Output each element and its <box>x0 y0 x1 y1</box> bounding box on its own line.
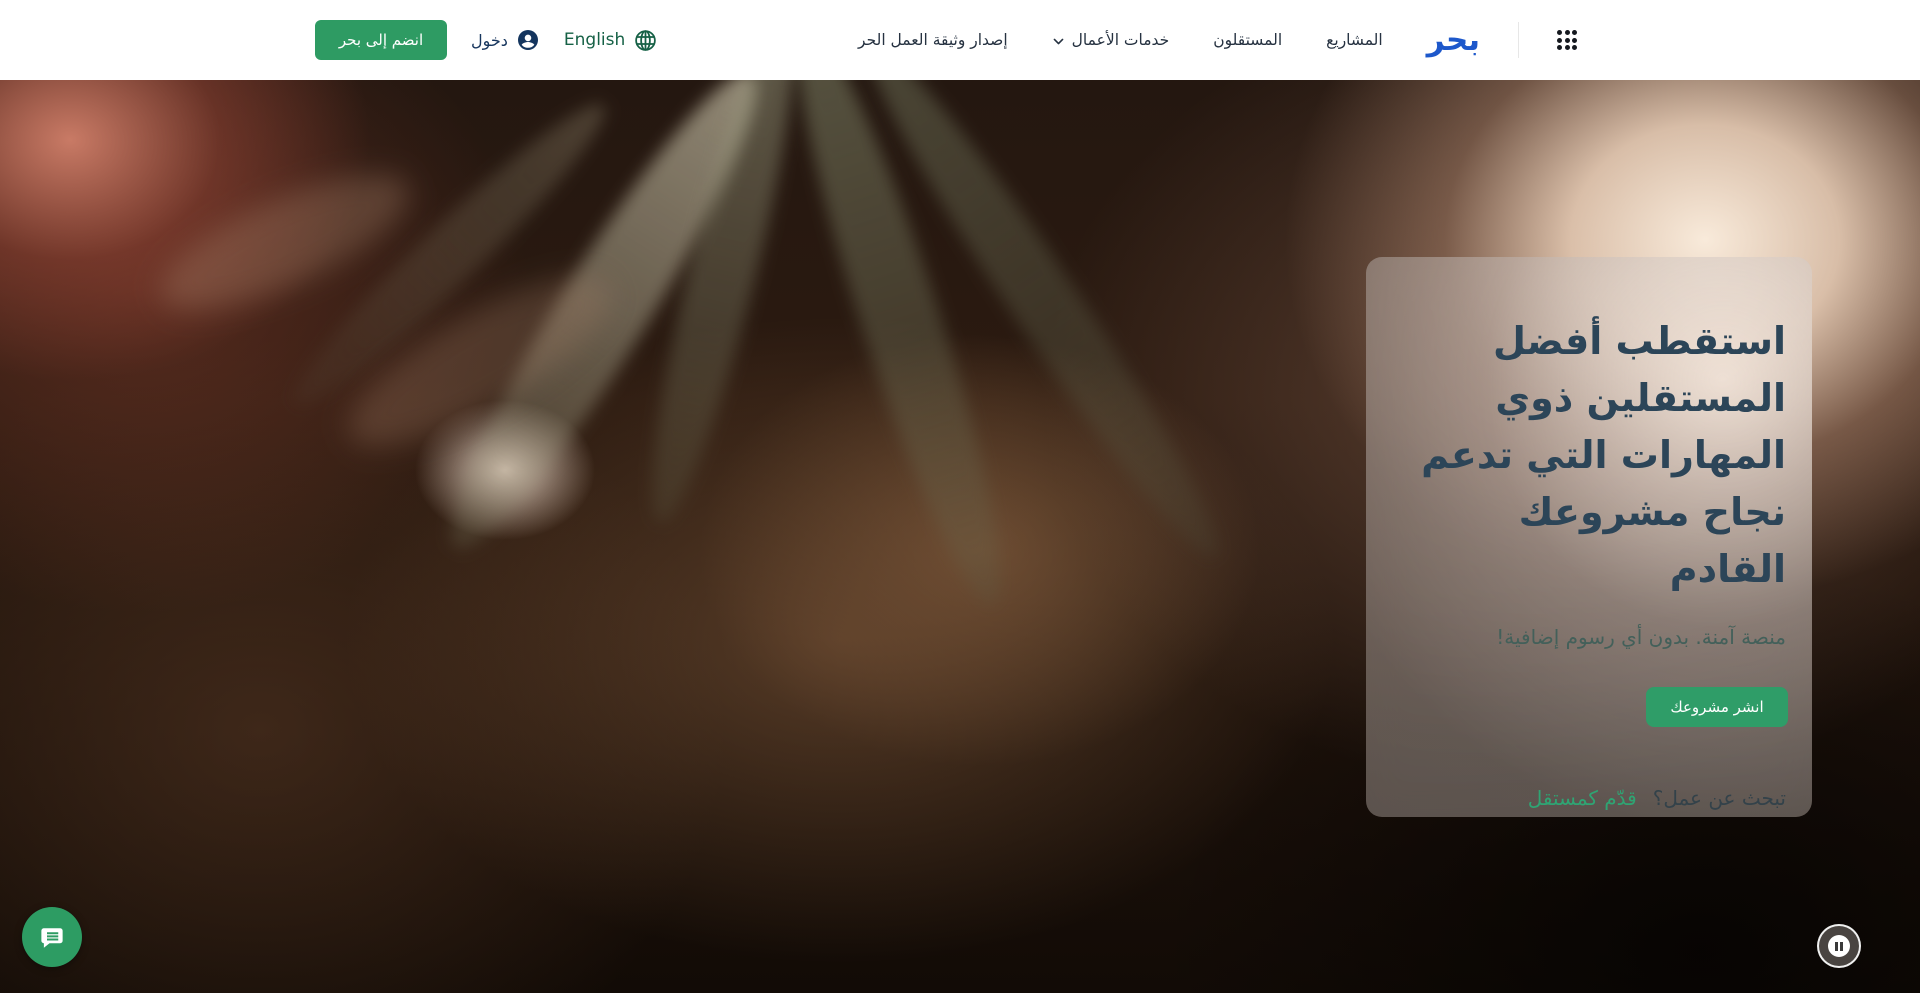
freelancer-prompt-text: تبحث عن عمل؟ <box>1653 786 1786 810</box>
language-switcher[interactable]: English <box>564 28 658 53</box>
nav-item-freelancers[interactable]: المستقلون <box>1213 31 1282 49</box>
video-pause-button[interactable] <box>1817 924 1861 968</box>
join-bahr-button[interactable]: انضم إلى بحر <box>315 20 447 60</box>
pause-icon <box>1828 935 1850 957</box>
nav-item-business-services[interactable]: خدمات الأعمال <box>1052 31 1170 49</box>
freelancer-prompt-row: تبحث عن عمل؟ قدّم كمستقل <box>1528 786 1786 810</box>
apps-grid-icon[interactable] <box>1557 30 1577 50</box>
publish-project-button[interactable]: انشر مشروعك <box>1646 687 1788 727</box>
hero-section: استقطب أفضل المستقلين ذوي المهارات التي … <box>0 80 1920 993</box>
account-cluster: English دخول انضم إلى بحر <box>315 20 658 60</box>
hero-title: استقطب أفضل المستقلين ذوي المهارات التي … <box>1376 313 1786 598</box>
chat-fab-button[interactable] <box>22 907 82 967</box>
main-nav: بحر المشاريع المستقلون خدمات الأعمال إصد… <box>858 22 1577 58</box>
chat-bubble-icon <box>37 922 67 952</box>
top-navigation-bar: بحر المشاريع المستقلون خدمات الأعمال إصد… <box>0 0 1920 80</box>
nav-item-freelance-document[interactable]: إصدار وثيقة العمل الحر <box>858 31 1008 49</box>
hero-glass-card: استقطب أفضل المستقلين ذوي المهارات التي … <box>1366 257 1812 817</box>
bahr-logo[interactable]: بحر <box>1427 22 1480 58</box>
login-button[interactable]: دخول <box>471 28 540 52</box>
language-label: English <box>564 30 625 50</box>
nav-divider <box>1518 22 1519 58</box>
account-circle-icon <box>516 28 540 52</box>
globe-icon <box>633 28 658 53</box>
login-label: دخول <box>471 31 508 50</box>
hero-subtitle: منصة آمنة. بدون أي رسوم إضافية! <box>1496 625 1786 649</box>
chevron-down-icon <box>1052 35 1065 48</box>
bahr-landing-page: { "colors": { "brand_green": "#2E9B63", … <box>0 0 1920 993</box>
apply-as-freelancer-link[interactable]: قدّم كمستقل <box>1528 786 1637 810</box>
nav-item-projects[interactable]: المشاريع <box>1326 31 1383 49</box>
